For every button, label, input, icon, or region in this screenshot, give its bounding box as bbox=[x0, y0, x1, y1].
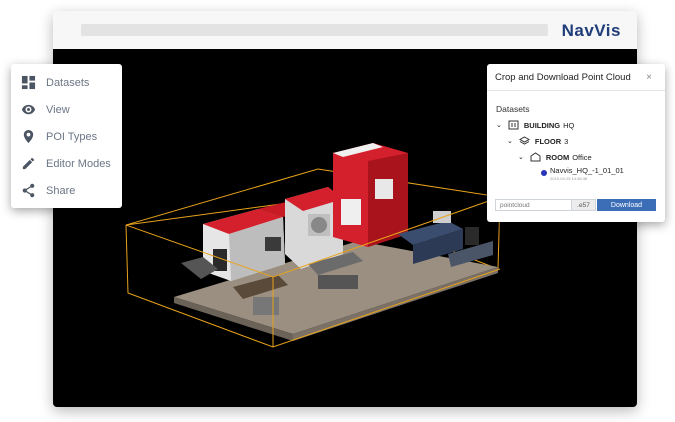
menu-item-label: View bbox=[46, 103, 70, 116]
side-menu: Datasets View POI Types Editor Modes Sha… bbox=[11, 64, 122, 208]
share-icon bbox=[19, 183, 37, 199]
close-icon[interactable]: × bbox=[646, 72, 652, 83]
room-icon bbox=[530, 152, 541, 162]
menu-item-editor-modes[interactable]: Editor Modes bbox=[11, 150, 122, 177]
layers-icon bbox=[518, 136, 530, 145]
file-extension-label: .e57 bbox=[572, 199, 596, 211]
building-name: HQ bbox=[563, 120, 575, 130]
tree-row-floor[interactable]: ⌄ FLOOR 3 bbox=[507, 136, 568, 146]
eye-icon bbox=[19, 102, 37, 118]
pencil-icon bbox=[19, 156, 37, 172]
browser-toolbar: NavVis bbox=[53, 11, 637, 49]
grid-icon bbox=[19, 75, 37, 91]
datasets-section-label: Datasets bbox=[496, 104, 530, 114]
tree-row-building[interactable]: ⌄ BUILDING HQ bbox=[496, 120, 574, 130]
download-button[interactable]: Download bbox=[597, 199, 656, 211]
menu-item-view[interactable]: View bbox=[11, 96, 122, 123]
room-kind: ROOM bbox=[545, 152, 570, 162]
room-name: Office bbox=[572, 152, 592, 162]
filename-input[interactable] bbox=[495, 199, 572, 211]
building-kind: BUILDING bbox=[523, 120, 561, 130]
chevron-down-icon[interactable]: ⌄ bbox=[507, 137, 513, 145]
building-icon bbox=[508, 120, 519, 130]
menu-item-poi-types[interactable]: POI Types bbox=[11, 123, 122, 150]
machine-right bbox=[333, 143, 408, 247]
location-pin-icon bbox=[19, 129, 37, 145]
dataset-name[interactable]: Navvis_HQ_-1_01_01 bbox=[550, 166, 624, 175]
menu-item-label: Share bbox=[46, 184, 76, 197]
dataset-selected-dot[interactable] bbox=[541, 170, 547, 176]
dataset-date: 2019-04-25 14:38:38 bbox=[550, 176, 588, 181]
menu-item-label: POI Types bbox=[46, 130, 98, 143]
navvis-logo: NavVis bbox=[561, 21, 621, 40]
address-bar[interactable] bbox=[81, 24, 548, 36]
chevron-down-icon[interactable]: ⌄ bbox=[518, 153, 524, 161]
tree-row-room[interactable]: ⌄ ROOM Office bbox=[518, 152, 592, 162]
chevron-down-icon[interactable]: ⌄ bbox=[496, 121, 502, 129]
floor-name: 3 bbox=[564, 136, 569, 146]
menu-item-share[interactable]: Share bbox=[11, 177, 122, 204]
menu-item-label: Editor Modes bbox=[46, 157, 111, 170]
menu-item-label: Datasets bbox=[46, 76, 90, 89]
panel-title: Crop and Download Point Cloud bbox=[487, 64, 665, 91]
menu-item-datasets[interactable]: Datasets bbox=[11, 69, 122, 96]
floor-kind: FLOOR bbox=[534, 136, 562, 146]
